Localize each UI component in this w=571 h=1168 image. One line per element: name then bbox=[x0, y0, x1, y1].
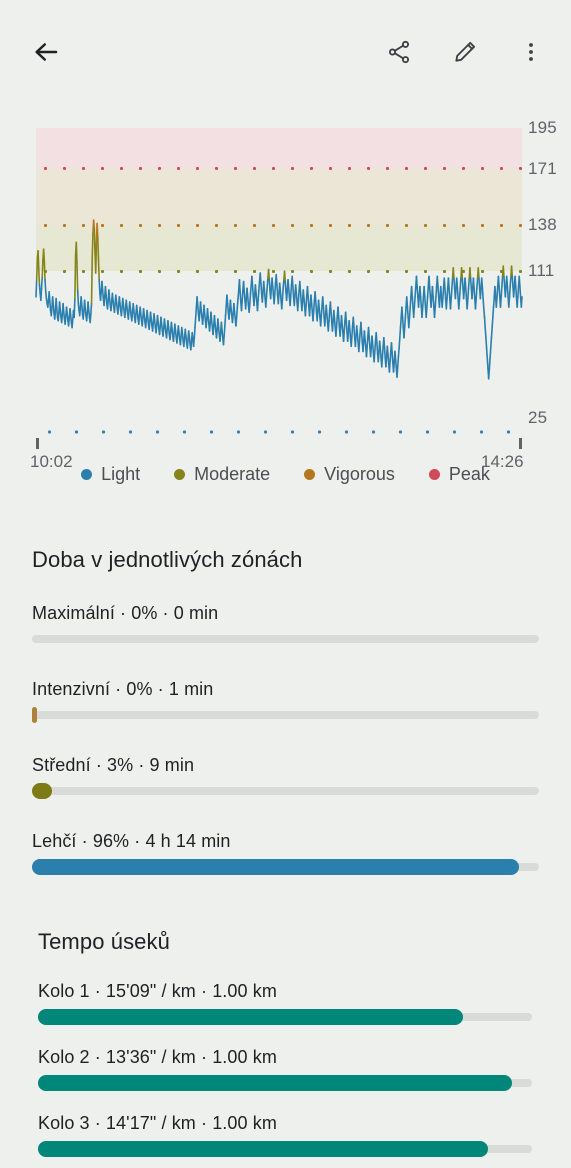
laps-section-title: Tempo úseků bbox=[38, 929, 170, 954]
edit-button[interactable] bbox=[441, 28, 489, 76]
lap-bar-fill bbox=[38, 1009, 463, 1025]
legend-dot-icon bbox=[304, 469, 316, 480]
more-options-button[interactable] bbox=[507, 28, 555, 76]
legend-label: Vigorous bbox=[324, 464, 395, 484]
heart-rate-trace bbox=[35, 219, 523, 380]
zone-row-maximum[interactable]: Maximální · 0% · 0 min bbox=[32, 603, 539, 643]
x-axis-end-time: 14:26 bbox=[481, 452, 524, 471]
chart-plot-area bbox=[35, 128, 523, 418]
more-vert-icon bbox=[519, 40, 543, 64]
legend-item-light: Light bbox=[81, 464, 140, 485]
zone-bar-fill bbox=[32, 783, 53, 799]
lap-row-1[interactable]: Kolo 1 · 15'09" / km · 1.00 km bbox=[38, 981, 533, 1025]
lap-row-3[interactable]: Kolo 3 · 14'17" / km · 1.00 km bbox=[38, 1113, 533, 1157]
legend-label: Light bbox=[101, 464, 141, 484]
x-axis-baseline-dots bbox=[36, 430, 522, 434]
x-axis-end-tick bbox=[519, 438, 522, 449]
zone-bar-fill bbox=[32, 707, 38, 723]
legend-dot-icon bbox=[428, 469, 440, 480]
share-icon bbox=[386, 39, 412, 65]
zone-bar-track bbox=[32, 783, 539, 799]
zone-row-label: Intenzivní · 0% · 1 min bbox=[32, 679, 214, 699]
x-axis-start-time: 10:02 bbox=[30, 452, 73, 471]
zone-row-label: Střední · 3% · 9 min bbox=[32, 755, 195, 775]
zone-row-vigorous[interactable]: Intenzivní · 0% · 1 min bbox=[32, 679, 539, 723]
y-axis-label-111: 111 bbox=[528, 261, 555, 281]
lap-bar-fill bbox=[38, 1075, 513, 1091]
zones-section-title: Doba v jednotlivých zónách bbox=[32, 547, 303, 572]
appbar-actions bbox=[375, 28, 555, 76]
lap-row-2[interactable]: Kolo 2 · 13'36" / km · 1.00 km bbox=[38, 1047, 533, 1091]
y-axis-label-25: 25 bbox=[528, 408, 548, 427]
back-button[interactable] bbox=[22, 28, 70, 76]
laps-list: Kolo 1 · 15'09" / km · 1.00 km Kolo 2 · 1… bbox=[0, 981, 571, 1157]
lap-bar-fill bbox=[38, 1141, 488, 1157]
legend-item-moderate: Moderate bbox=[174, 464, 270, 485]
zone-bar-track bbox=[32, 859, 539, 875]
heart-rate-chart[interactable]: 195 171 138 111 25 10:02 14:26 bbox=[0, 118, 571, 471]
lap-bar-track bbox=[38, 1009, 532, 1025]
legend-dot-icon bbox=[174, 469, 186, 480]
share-button[interactable] bbox=[375, 28, 423, 76]
top-app-bar bbox=[0, 0, 571, 104]
zone-row-label: Maximální · 0% · 0 min bbox=[32, 603, 219, 623]
y-axis-label-138: 138 bbox=[528, 215, 557, 235]
legend-label: Moderate bbox=[194, 464, 271, 484]
edit-pencil-icon bbox=[452, 39, 478, 65]
zone-row-moderate[interactable]: Střední · 3% · 9 min bbox=[32, 755, 539, 799]
zone-bar-track bbox=[32, 635, 539, 643]
y-axis-label-171: 171 bbox=[528, 158, 557, 178]
zones-list: Maximální · 0% · 0 min Intenzivní · 0% · … bbox=[0, 603, 571, 875]
zone-bar-track bbox=[32, 707, 539, 723]
x-axis-start-tick bbox=[36, 438, 39, 449]
lap-bar-track bbox=[38, 1141, 532, 1157]
zone-bar-fill bbox=[32, 859, 519, 875]
zone-row-light[interactable]: Lehčí · 96% · 4 h 14 min bbox=[32, 831, 539, 875]
legend-item-vigorous: Vigorous bbox=[304, 464, 395, 485]
lap-bar-track bbox=[38, 1075, 532, 1091]
back-arrow-icon bbox=[31, 37, 61, 67]
legend-dot-icon bbox=[81, 469, 93, 480]
y-axis-label-195: 195 bbox=[528, 118, 557, 137]
